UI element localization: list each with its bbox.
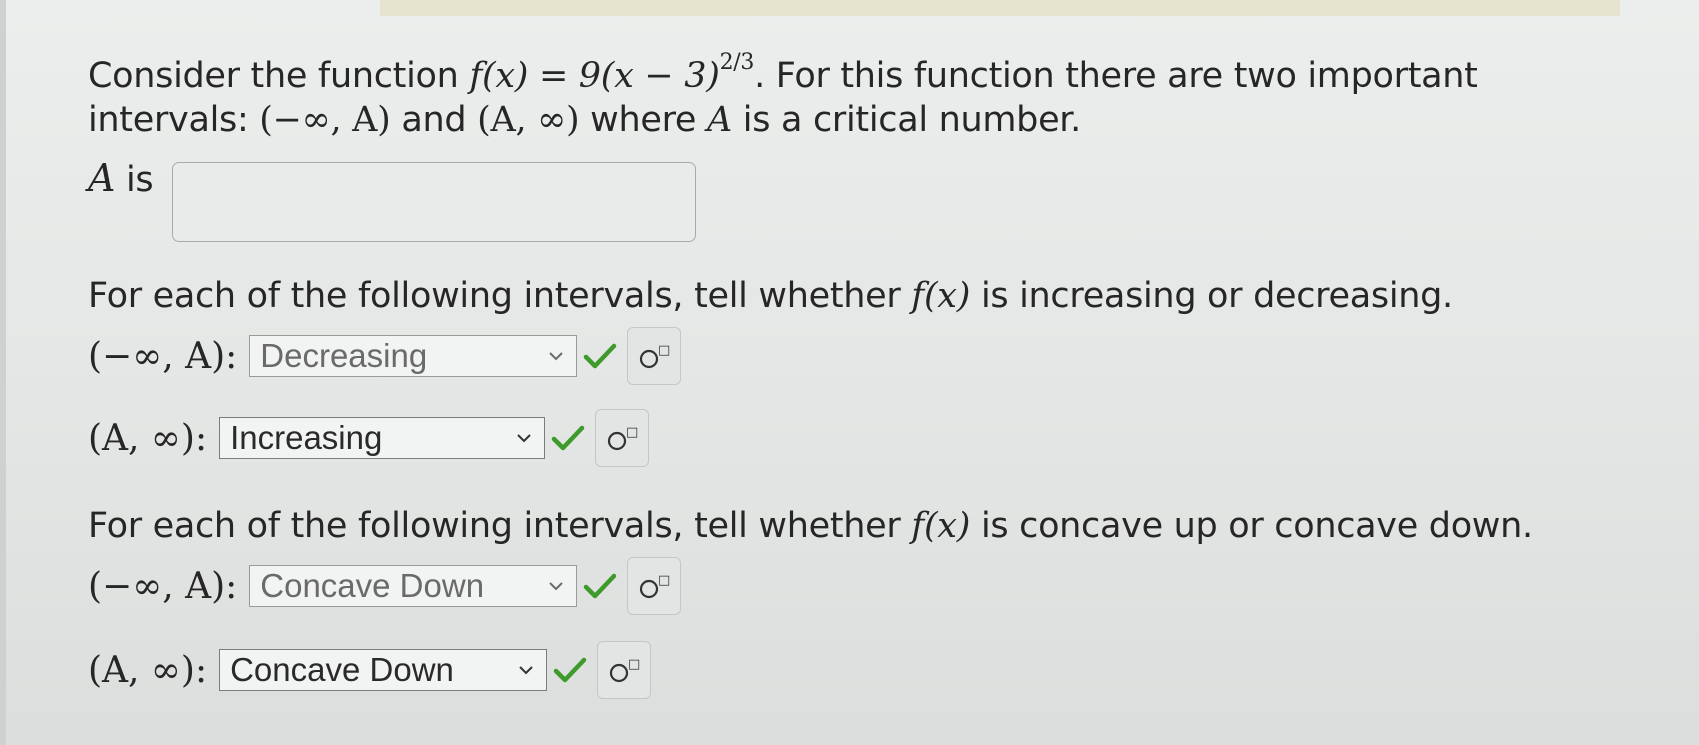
increasing-row-2: (A, ∞): Increasing □ (88, 409, 650, 467)
formula-hint-button[interactable]: □ (597, 641, 652, 699)
concavity-row-1: (−∞, A): Concave Down □ (88, 557, 682, 615)
check-icon (553, 657, 587, 683)
concavity-row-2-select[interactable]: Concave Down (219, 649, 548, 691)
increasing-prompt: For each of the following intervals, tel… (88, 276, 1453, 316)
top-strip (380, 0, 1620, 16)
increasing-prompt-end: is increasing or decreasing. (980, 276, 1453, 316)
chevron-down-icon (549, 352, 563, 361)
formula-hint-icon: □ (607, 425, 638, 451)
formula-hint-icon: □ (640, 573, 671, 599)
interval-right: (A, ∞) (477, 100, 580, 140)
where-text: where (590, 100, 697, 140)
critical-number-row: A is (88, 156, 154, 200)
increasing-prompt-start: For each of the following intervals, tel… (88, 276, 901, 316)
concavity-row-1-interval: (−∞, A): (88, 565, 238, 607)
formula-hint-button[interactable]: □ (595, 409, 650, 467)
variable-a: A (706, 100, 732, 140)
function-formula: f(x) = 9(x − 3)2/3 (469, 50, 754, 96)
svg-text:□: □ (658, 573, 670, 588)
page-edge (0, 0, 6, 745)
intervals-label: intervals: (88, 100, 249, 140)
concavity-row-2-value: Concave Down (230, 651, 454, 688)
concavity-prompt: For each of the following intervals, tel… (88, 506, 1533, 546)
function-exponent: 2/3 (719, 50, 755, 75)
increasing-row-1-select[interactable]: Decreasing (249, 335, 578, 377)
interval-left: (−∞, A) (259, 100, 391, 140)
chevron-down-icon (549, 582, 563, 591)
increasing-prompt-fx: f(x) (911, 276, 971, 316)
function-lhs: f(x) = 9(x − 3) (469, 56, 720, 96)
svg-text:□: □ (626, 425, 638, 440)
formula-hint-icon: □ (609, 657, 640, 683)
svg-text:□: □ (628, 657, 640, 672)
increasing-row-1-value: Decreasing (260, 337, 428, 374)
chevron-down-icon (519, 666, 533, 675)
concavity-row-1-value: Concave Down (260, 567, 485, 604)
critical-variable: A (88, 156, 116, 200)
question-line-2: intervals: (−∞, A) and (A, ∞) where A is… (88, 100, 1081, 140)
intro-rest-text: . For this function there are two import… (754, 56, 1478, 96)
increasing-row-2-interval: (A, ∞): (88, 417, 208, 459)
formula-hint-button[interactable]: □ (627, 327, 682, 385)
svg-text:□: □ (658, 343, 670, 358)
increasing-row-1-interval: (−∞, A): (88, 335, 238, 377)
critical-number-text: is a critical number. (742, 100, 1082, 140)
intro-text: Consider the function (88, 56, 459, 96)
chevron-down-icon (517, 434, 531, 443)
and-text: and (401, 100, 467, 140)
increasing-row-1: (−∞, A): Decreasing □ (88, 327, 682, 385)
increasing-row-2-select[interactable]: Increasing (219, 417, 546, 459)
formula-hint-button[interactable]: □ (627, 557, 682, 615)
concavity-prompt-start: For each of the following intervals, tel… (88, 506, 901, 546)
concavity-row-2: (A, ∞): Concave Down □ (88, 641, 652, 699)
critical-number-input[interactable] (172, 162, 696, 242)
concavity-row-1-select[interactable]: Concave Down (249, 565, 578, 607)
concavity-prompt-fx: f(x) (911, 506, 971, 546)
critical-is-label: is (125, 160, 154, 200)
increasing-row-2-value: Increasing (230, 419, 383, 456)
formula-hint-icon: □ (640, 343, 671, 369)
check-icon (551, 425, 585, 451)
concavity-row-2-interval: (A, ∞): (88, 649, 208, 691)
check-icon (584, 573, 617, 599)
check-icon (584, 343, 617, 369)
concavity-prompt-end: is concave up or concave down. (980, 506, 1533, 546)
question-line-1: Consider the function f(x) = 9(x − 3)2/3… (88, 50, 1478, 96)
